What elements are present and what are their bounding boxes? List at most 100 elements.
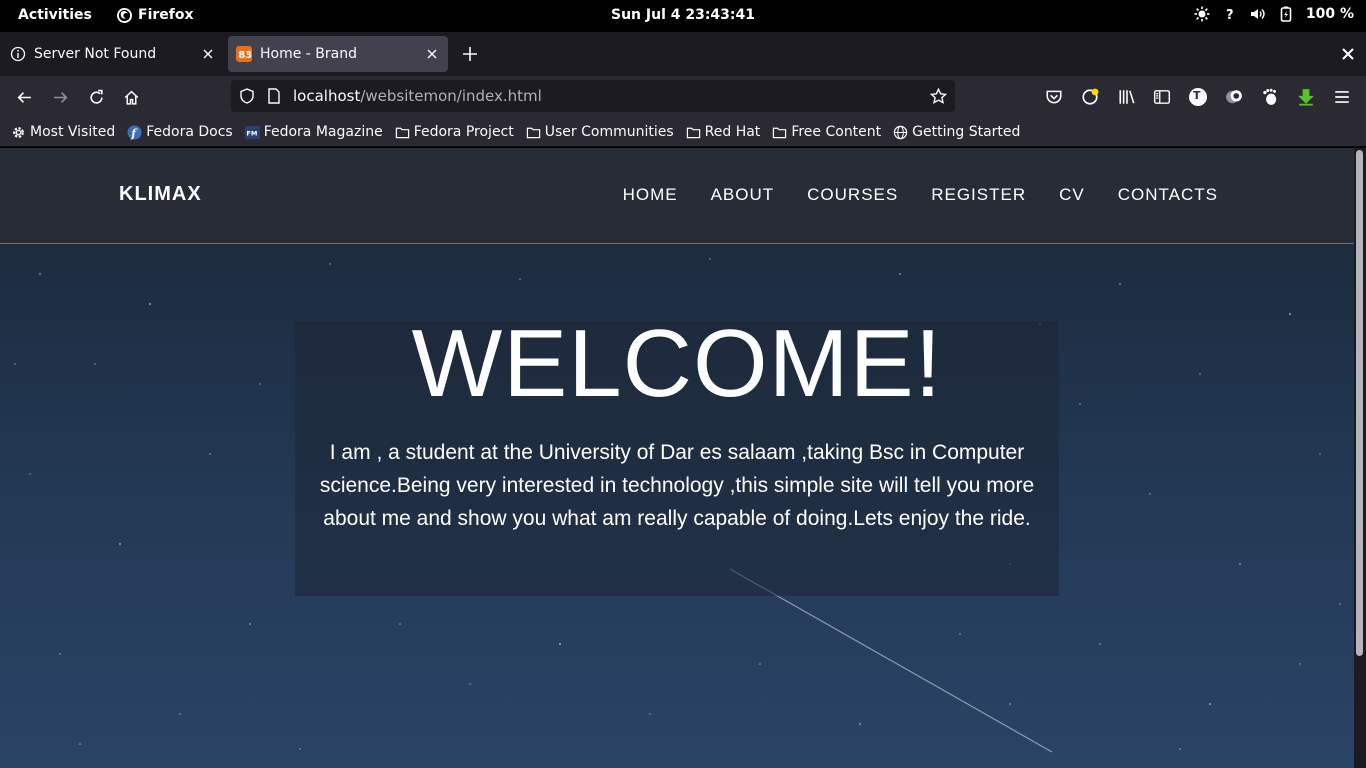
nav-contacts[interactable]: CONTACTS bbox=[1118, 185, 1218, 205]
sync-button[interactable] bbox=[1080, 87, 1100, 107]
app-menu[interactable]: Firefox bbox=[117, 7, 194, 23]
tab-label: Home - Brand bbox=[260, 46, 357, 62]
folder-icon bbox=[395, 127, 409, 138]
app-name: Firefox bbox=[138, 7, 194, 23]
sync-icon bbox=[1082, 88, 1099, 105]
account-button[interactable]: T bbox=[1188, 87, 1208, 107]
sidebar-button[interactable] bbox=[1152, 87, 1172, 107]
bookmark-fedora-magazine[interactable]: FM Fedora Magazine bbox=[244, 124, 383, 140]
bookmark-label: Red Hat bbox=[704, 124, 761, 140]
menu-button[interactable] bbox=[1332, 87, 1352, 107]
bookmark-fedora-project[interactable]: Fedora Project bbox=[395, 124, 514, 140]
back-button[interactable] bbox=[14, 87, 34, 107]
bookmark-fedora-docs[interactable]: f Fedora Docs bbox=[127, 124, 233, 140]
bookmark-label: Fedora Project bbox=[413, 124, 514, 140]
hero-title: WELCOME! bbox=[411, 310, 943, 417]
globe-icon bbox=[893, 125, 908, 139]
download-arrow-icon bbox=[1298, 89, 1314, 106]
nav-home[interactable]: HOME bbox=[623, 185, 678, 205]
hamburger-menu-icon bbox=[1335, 91, 1349, 103]
bookmark-free-content[interactable]: Free Content bbox=[772, 124, 881, 140]
url-host: localhost bbox=[293, 87, 361, 105]
nav-register[interactable]: REGISTER bbox=[931, 185, 1026, 205]
bookmark-label: Most Visited bbox=[30, 124, 116, 140]
profile-initial: T bbox=[1193, 89, 1201, 102]
window-close-icon[interactable] bbox=[1340, 46, 1356, 62]
plus-icon bbox=[463, 47, 477, 61]
bookmark-red-hat[interactable]: Red Hat bbox=[686, 124, 761, 140]
folder-icon bbox=[773, 127, 787, 138]
navigation-toolbar: localhost/websitemon/index.html T bbox=[0, 76, 1366, 118]
xampp-icon: 83 bbox=[236, 46, 252, 62]
url-bar[interactable]: localhost/websitemon/index.html bbox=[231, 80, 955, 112]
svg-text:83: 83 bbox=[238, 50, 252, 61]
info-icon bbox=[10, 46, 26, 62]
battery-icon bbox=[1280, 6, 1292, 22]
pocket-button[interactable] bbox=[1044, 87, 1064, 107]
tab-label: Server Not Found bbox=[34, 46, 157, 62]
bookmark-label: User Communities bbox=[544, 124, 674, 140]
tracking-protection-icon[interactable] bbox=[239, 88, 255, 104]
battery-percent: 100 % bbox=[1305, 6, 1354, 22]
hero-text: I am , a student at the University of Da… bbox=[319, 441, 1035, 530]
page-icon[interactable] bbox=[267, 88, 281, 104]
nav-courses[interactable]: COURSES bbox=[807, 185, 898, 205]
forward-button[interactable] bbox=[50, 87, 70, 107]
volume-icon bbox=[1250, 9, 1265, 19]
url-path: /websitemon/index.html bbox=[360, 87, 542, 105]
nav-about[interactable]: ABOUT bbox=[711, 185, 775, 205]
help-icon: ? bbox=[1226, 8, 1234, 22]
bookmark-label: Getting Started bbox=[912, 124, 1021, 140]
forward-arrow-icon bbox=[53, 91, 67, 103]
sidebar-icon bbox=[1153, 90, 1171, 104]
library-icon bbox=[1119, 90, 1135, 104]
gnome-extension-button[interactable] bbox=[1260, 87, 1280, 107]
brightness-icon bbox=[1194, 6, 1210, 22]
svg-text:?: ? bbox=[1226, 8, 1234, 22]
gnome-foot-icon bbox=[1263, 88, 1277, 105]
downloads-button[interactable] bbox=[1296, 87, 1316, 107]
bookmark-label: Fedora Docs bbox=[146, 124, 233, 140]
site-brand[interactable]: KLIMAX bbox=[119, 183, 202, 206]
reload-button[interactable] bbox=[86, 87, 106, 107]
site-navbar: KLIMAX HOME ABOUT COURSES REGISTER CV CO… bbox=[0, 148, 1354, 244]
firefox-icon bbox=[117, 7, 132, 23]
activities-button[interactable]: Activities bbox=[18, 7, 92, 23]
bookmark-label: Fedora Magazine bbox=[263, 124, 383, 140]
folder-icon bbox=[686, 127, 700, 138]
extension-button[interactable] bbox=[1224, 87, 1244, 107]
home-button[interactable] bbox=[121, 87, 141, 107]
bookmarks-toolbar: Most Visited f Fedora Docs FM Fedora Mag… bbox=[0, 118, 1366, 147]
bookmark-label: Free Content bbox=[791, 124, 882, 140]
close-tab-icon[interactable] bbox=[200, 46, 216, 62]
tab-server-not-found[interactable]: Server Not Found bbox=[2, 36, 224, 72]
hero-panel: WELCOME! I am , a student at the Univers… bbox=[295, 310, 1059, 596]
pocket-icon bbox=[1046, 90, 1062, 104]
back-arrow-icon bbox=[17, 91, 31, 103]
gear-icon bbox=[13, 126, 24, 138]
clock[interactable]: Sun Jul 4 23:43:41 bbox=[611, 7, 755, 23]
folder-icon bbox=[526, 127, 540, 138]
extension-icon bbox=[1226, 90, 1242, 104]
close-tab-icon[interactable] bbox=[424, 46, 440, 62]
new-tab-button[interactable] bbox=[460, 44, 480, 64]
page-viewport: KLIMAX HOME ABOUT COURSES REGISTER CV CO… bbox=[0, 148, 1354, 768]
svg-text:FM: FM bbox=[246, 129, 257, 137]
system-tray[interactable]: ? 100 % bbox=[1194, 6, 1354, 22]
tab-home-brand[interactable]: 83 Home - Brand bbox=[228, 36, 448, 72]
nav-cv[interactable]: CV bbox=[1059, 185, 1085, 205]
home-icon bbox=[124, 90, 138, 105]
fedora-magazine-icon: FM bbox=[244, 125, 260, 139]
bookmark-most-visited[interactable]: Most Visited bbox=[11, 124, 115, 140]
bookmark-user-communities[interactable]: User Communities bbox=[526, 124, 674, 140]
bookmark-getting-started[interactable]: Getting Started bbox=[893, 124, 1020, 140]
fedora-icon: f bbox=[127, 124, 142, 140]
url-text[interactable]: localhost/websitemon/index.html bbox=[293, 87, 542, 105]
tab-strip: Server Not Found 83 Home - Brand bbox=[0, 32, 1366, 76]
scrollbar-thumb[interactable] bbox=[1356, 150, 1363, 656]
bookmark-star-icon[interactable] bbox=[930, 88, 947, 105]
site-menu: HOME ABOUT COURSES REGISTER CV CONTACTS bbox=[623, 185, 1218, 205]
library-button[interactable] bbox=[1117, 87, 1137, 107]
reload-icon bbox=[89, 89, 103, 104]
system-top-bar: Activities Firefox Sun Jul 4 23:43:41 ? … bbox=[0, 0, 1366, 32]
